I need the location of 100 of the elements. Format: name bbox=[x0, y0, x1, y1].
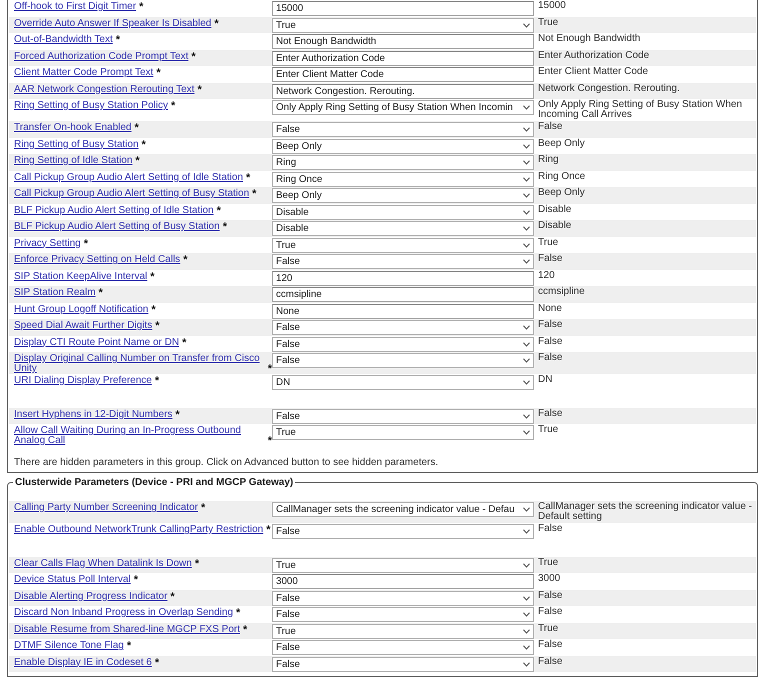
parameter-link[interactable]: Override Auto Answer If Speaker Is Disabled bbox=[14, 18, 212, 28]
chevron-down-icon bbox=[523, 507, 530, 512]
dropdown[interactable]: False bbox=[272, 590, 534, 606]
dropdown[interactable]: Beep Only bbox=[272, 138, 534, 154]
default-value: True bbox=[537, 622, 560, 634]
parameter-link[interactable]: Hunt Group Logoff Notification bbox=[14, 304, 148, 314]
chevron-down-icon bbox=[523, 414, 530, 418]
parameter-link[interactable]: URI Dialing Display Preference bbox=[14, 376, 152, 386]
dropdown[interactable]: False bbox=[272, 524, 534, 539]
chevron-down-icon bbox=[523, 144, 530, 148]
text-field[interactable]: Enter Client Matter Code bbox=[272, 67, 534, 82]
dropdown[interactable]: Disable bbox=[272, 221, 534, 236]
required-mark: * bbox=[200, 503, 206, 513]
chevron-down-icon bbox=[523, 127, 530, 132]
required-mark: * bbox=[268, 436, 272, 446]
text-field[interactable]: None bbox=[272, 304, 534, 318]
default-value: 15000 bbox=[537, 0, 567, 12]
required-mark: * bbox=[222, 222, 227, 232]
dropdown[interactable]: True bbox=[272, 425, 534, 440]
parameter-link[interactable]: Display CTI Route Point Name or DN bbox=[14, 338, 180, 348]
dropdown[interactable]: True bbox=[272, 18, 534, 32]
parameter-link[interactable]: Enable Outbound NetworkTrunk CallingParty Restriction bbox=[14, 525, 264, 535]
dropdown[interactable]: Only Apply Ring Setting of Busy Station When Incomin bbox=[272, 100, 534, 115]
parameter-link[interactable]: Enforce Privacy Setting on Held Calls bbox=[14, 255, 180, 265]
default-value: Not Enough Bandwidth bbox=[537, 33, 642, 45]
dropdown[interactable]: Beep Only bbox=[272, 188, 534, 203]
parameter-link[interactable]: Device Status Poll Interval bbox=[14, 575, 131, 585]
text-field[interactable]: Network Congestion. Rerouting. bbox=[272, 84, 534, 98]
dropdown[interactable]: Ring bbox=[272, 155, 534, 170]
parameter-link[interactable]: Calling Party Number Screening Indicator bbox=[14, 503, 198, 513]
parameter-link[interactable]: Call Pickup Group Audio Alert Setting of Busy Station bbox=[14, 189, 250, 199]
parameter-link[interactable]: Display Original Calling Number on Transfer from Cisco Unity bbox=[14, 354, 265, 374]
parameter-link[interactable]: SIP Station KeepAlive Interval bbox=[14, 272, 148, 282]
text-field[interactable]: 15000 bbox=[272, 1, 534, 16]
parameter-link[interactable]: Ring Setting of Idle Station bbox=[14, 156, 132, 166]
dropdown[interactable]: False bbox=[272, 353, 534, 368]
default-value: Enter Client Matter Code bbox=[537, 66, 650, 78]
parameter-link[interactable]: Allow Call Waiting During an In-Progress Outbound Analog Call bbox=[14, 426, 265, 446]
required-mark: * bbox=[84, 238, 88, 248]
required-mark: * bbox=[154, 376, 160, 386]
chevron-down-icon bbox=[523, 430, 530, 435]
parameter-link[interactable]: Speed Dial Await Further Digits bbox=[14, 321, 152, 331]
parameter-link[interactable]: AAR Network Congestion Rerouting Text bbox=[14, 84, 194, 94]
chevron-down-icon bbox=[523, 210, 530, 214]
text-field[interactable]: ccmsipline bbox=[272, 287, 534, 302]
dropdown[interactable]: True bbox=[272, 238, 534, 252]
parameter-link[interactable]: Ring Setting of Busy Station bbox=[14, 140, 139, 150]
chevron-down-icon bbox=[523, 193, 530, 198]
parameter-link[interactable]: Off-hook to First Digit Timer bbox=[14, 2, 136, 12]
parameter-link[interactable]: Forced Authorization Code Prompt Text bbox=[14, 52, 188, 62]
default-value: Only Apply Ring Setting of Busy Station When Incoming Call Arrives bbox=[537, 99, 743, 121]
chevron-down-icon bbox=[523, 529, 530, 534]
dropdown[interactable]: True bbox=[272, 624, 534, 638]
dropdown[interactable]: Disable bbox=[272, 204, 534, 220]
dropdown[interactable]: False bbox=[272, 336, 534, 352]
parameter-link[interactable]: Privacy Setting bbox=[14, 238, 81, 248]
default-value: False bbox=[537, 319, 564, 331]
dropdown[interactable]: DN bbox=[272, 375, 534, 390]
parameter-link[interactable]: BLF Pickup Audio Alert Setting of Idle Station bbox=[14, 206, 214, 216]
default-value: True bbox=[537, 236, 560, 248]
dropdown[interactable]: False bbox=[272, 122, 534, 137]
dropdown[interactable]: False bbox=[272, 254, 534, 269]
text-field[interactable]: 120 bbox=[272, 270, 534, 286]
chevron-down-icon bbox=[523, 105, 530, 110]
parameter-link[interactable]: Transfer On-hook Enabled bbox=[14, 123, 132, 133]
required-mark: * bbox=[197, 84, 202, 94]
required-mark: * bbox=[154, 658, 160, 668]
default-value: 3000 bbox=[537, 573, 562, 585]
parameter-link[interactable]: Client Matter Code Prompt Text bbox=[14, 68, 154, 78]
parameter-link[interactable]: Call Pickup Group Audio Alert Setting of Idle Station bbox=[14, 172, 244, 182]
parameter-link[interactable]: Clear Calls Flag When Datalink Is Down bbox=[14, 558, 192, 568]
default-value: Disable bbox=[537, 204, 572, 216]
parameter-link[interactable]: Out-of-Bandwidth Text bbox=[14, 35, 113, 45]
parameter-link[interactable]: Disable Alerting Progress Indicator bbox=[14, 592, 168, 602]
dropdown[interactable]: CallManager sets the screening indicator value - Defau bbox=[272, 502, 534, 517]
default-value: True bbox=[537, 16, 560, 28]
default-value: False bbox=[537, 656, 564, 668]
dropdown[interactable]: False bbox=[272, 640, 534, 655]
dropdown[interactable]: False bbox=[272, 408, 534, 424]
text-field[interactable]: Not Enough Bandwidth bbox=[272, 34, 534, 49]
required-mark: * bbox=[214, 18, 219, 28]
parameter-link[interactable]: Discard Non Inband Progress in Overlap Sending bbox=[14, 608, 234, 618]
text-field[interactable]: 3000 bbox=[272, 574, 534, 589]
parameter-link[interactable]: Insert Hyphens in 12-Digit Numbers bbox=[14, 410, 172, 420]
parameter-link[interactable]: Disable Resume from Shared-line MGCP FXS Port bbox=[14, 624, 240, 634]
chevron-down-icon bbox=[523, 325, 530, 330]
text-field[interactable]: Enter Authorization Code bbox=[272, 50, 534, 66]
default-value: True bbox=[537, 556, 560, 568]
dropdown[interactable]: False bbox=[272, 607, 534, 622]
parameter-link[interactable]: BLF Pickup Audio Alert Setting of Busy Station bbox=[14, 222, 220, 232]
default-value: False bbox=[537, 121, 564, 133]
parameter-link[interactable]: DTMF Silence Tone Flag bbox=[14, 641, 124, 651]
required-mark: * bbox=[139, 2, 144, 12]
parameter-link[interactable]: SIP Station Realm bbox=[14, 288, 96, 298]
dropdown[interactable]: True bbox=[272, 558, 534, 572]
parameter-link[interactable]: Ring Setting of Busy Station Policy bbox=[14, 101, 168, 111]
dropdown[interactable]: Ring Once bbox=[272, 172, 534, 186]
dropdown[interactable]: False bbox=[272, 320, 534, 335]
parameter-link[interactable]: Enable Display IE in Codeset 6 bbox=[14, 658, 152, 668]
dropdown[interactable]: False bbox=[272, 656, 534, 672]
